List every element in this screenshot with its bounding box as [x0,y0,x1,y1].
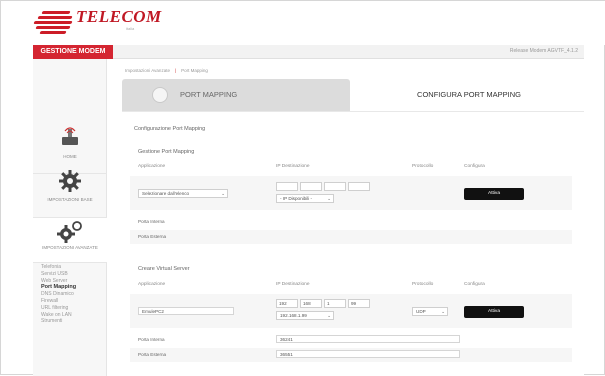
modem-icon [62,127,78,145]
virtual-col-proto: Protocollo [412,282,434,287]
gears-icon [57,221,82,243]
virtual-proto-value: UDP [416,309,426,314]
virtual-ip-octet-4[interactable]: 99 [348,299,370,308]
logo-text: TELECOM [76,7,162,26]
breadcrumb-item-port-mapping[interactable]: Port Mapping [181,68,208,73]
gestione-col-conf: Configura [464,164,485,169]
chevron-down-icon: ⌄ [441,309,445,314]
breadcrumb-item-avanzate[interactable]: Impostazioni Avanzate [125,68,170,73]
virtual-porta-interna-label: Porta Interna [138,337,165,342]
modem-header-bar: GESTIONE MODEM Release Modem AGVTF_4.1.2 [33,45,584,59]
virtual-ip-octet-1[interactable]: 192 [276,299,298,308]
virtual-attiva-button[interactable]: Attiva [464,306,524,318]
chevron-down-icon: ⌄ [327,196,331,201]
chevron-down-icon: ⌄ [327,313,331,318]
menu-item-strumenti[interactable]: Strumenti [41,318,105,325]
chevron-down-icon: ⌄ [221,191,225,196]
menu-item-firewall[interactable]: Firewall [41,298,105,305]
gestione-porta-interna: Porta Interna [138,219,165,224]
menu-item-dns-dinamico[interactable]: DNS Dinamico [41,291,105,298]
app-select-value: Selezionare dall'elenco [142,191,190,196]
release-version: Release Modem AGVTF_4.1.2 [509,48,578,54]
gestione-ip-octet-4[interactable] [348,182,370,191]
virtual-app-input[interactable]: EmulePC2 [138,307,234,315]
tab-configura-label: CONFIGURA PORT MAPPING [417,90,521,99]
gestione-ip-octet-3[interactable] [324,182,346,191]
menu-item-servizi-usb[interactable]: Servizi USB [41,271,105,278]
sidebar-item-impostazioni-avanzate[interactable]: IMPOSTAZIONI AVANZATE [33,218,107,263]
virtual-proto-select[interactable]: UDP ⌄ [412,307,448,316]
gestione-attiva-button[interactable]: Attiva [464,188,524,200]
virtual-ip-select[interactable]: 192.168.1.99 ⌄ [276,311,334,320]
menu-item-url-filtering[interactable]: URL filtering [41,305,105,312]
sidebar-label-home: HOME [63,154,77,159]
app-select[interactable]: Selezionare dall'elenco ⌄ [138,189,228,198]
gestione-title: Gestione Port Mapping [138,149,195,155]
content-area: Configurazione Port Mapping Gestione Por… [122,111,584,376]
top-band: TELECOM italia [1,1,605,45]
gestione-porta-esterna-row [130,230,572,244]
gestione-porta-esterna: Porta Esterna [138,234,167,239]
tab-port-mapping-label: PORT MAPPING [180,90,238,99]
window-frame: TELECOM italia GESTIONE MODEM Release Mo… [0,0,605,376]
sidebar-label-base: IMPOSTAZIONI BASE [47,197,93,202]
virtual-porta-esterna-input[interactable]: 36551 [276,350,460,358]
config-title: Configurazione Port Mapping [134,126,206,132]
gestione-ip-octet-1[interactable] [276,182,298,191]
virtual-title: Creare Virtual Server [138,266,190,272]
modem-title: GESTIONE MODEM [33,45,113,59]
sidebar: HOME IMPOSTAZIONI BASE IMPOSTAZIONI AVAN… [33,59,107,376]
telecom-logo: TELECOM italia [33,5,161,39]
logo-subtext: italia [126,26,135,31]
gestione-ip-select[interactable]: - IP Disponibili - ⌄ [276,194,334,203]
gear-icon [59,170,81,192]
virtual-col-ip: IP Destinazione [276,282,310,287]
menu-item-telefonia[interactable]: Telefonia [41,264,105,271]
virtual-porta-interna-input[interactable]: 36241 [276,335,460,343]
tab-configura-port-mapping[interactable]: CONFIGURA PORT MAPPING [354,79,584,111]
breadcrumb-separator: | [174,68,177,73]
menu-item-web-server[interactable]: Web Server [41,278,105,285]
breadcrumb: Impostazioni Avanzate | Port Mapping [125,68,208,73]
main-panel: Impostazioni Avanzate | Port Mapping PORT … [107,59,584,376]
virtual-ip-octet-2[interactable]: 168 [300,299,322,308]
tab-bar: PORT MAPPING CONFIGURA PORT MAPPING [122,79,584,111]
sidebar-item-impostazioni-base[interactable]: IMPOSTAZIONI BASE [33,163,107,218]
virtual-col-app: Applicazione [138,282,166,287]
sidebar-menu: Telefonia Servizi USB Web Server Port Ma… [41,264,105,325]
gestione-col-proto: Protocollo [412,164,434,169]
tab-port-mapping[interactable]: PORT MAPPING [122,79,350,111]
logo-stripes-icon [33,9,74,34]
gestione-col-app: Applicazione [138,164,166,169]
virtual-ip-octet-3[interactable]: 1 [324,299,346,308]
port-mapping-icon [152,87,168,103]
sidebar-label-avanzate: IMPOSTAZIONI AVANZATE [42,245,98,250]
gestione-ip-octet-2[interactable] [300,182,322,191]
virtual-col-conf: Configura [464,282,485,287]
virtual-porta-esterna-label: Porta Esterna [138,352,167,357]
gestione-ip-select-value: - IP Disponibili - [280,196,313,201]
gestione-col-ip: IP Destinazione [276,164,310,169]
menu-item-wake-on-lan[interactable]: Wake on LAN [41,312,105,319]
menu-item-port-mapping[interactable]: Port Mapping [41,284,105,291]
virtual-ip-select-value: 192.168.1.99 [280,313,307,318]
